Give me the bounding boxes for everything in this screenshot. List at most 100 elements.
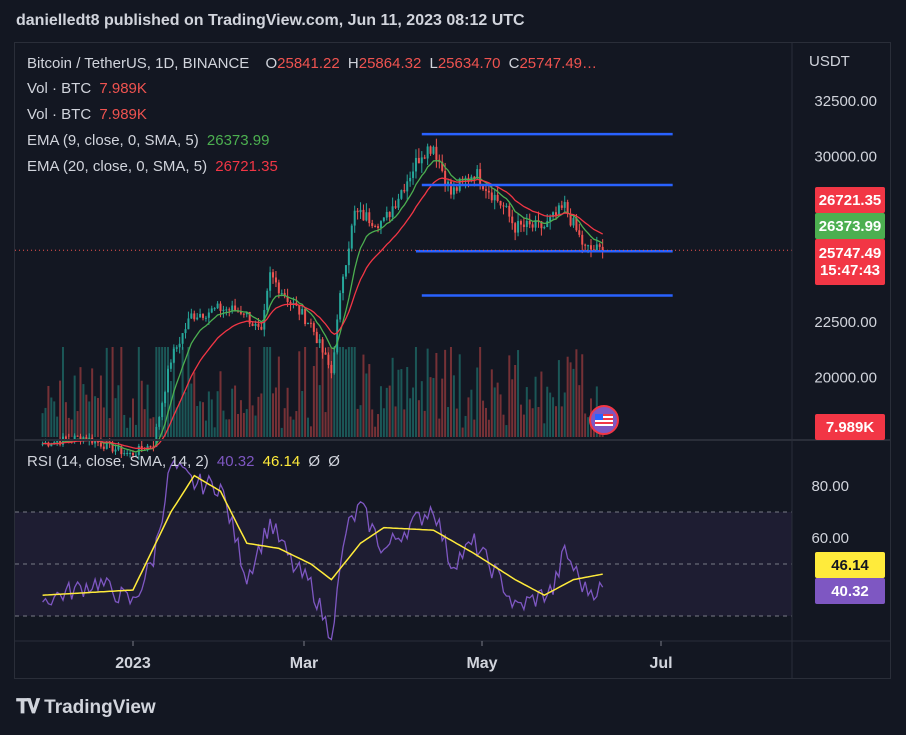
candle-body [336, 319, 339, 353]
volume-bar [239, 400, 242, 437]
volume-bar [129, 417, 132, 437]
volume-bar [525, 387, 528, 437]
volume-bar [476, 367, 479, 437]
candle-body [359, 209, 362, 213]
candle-body [307, 322, 310, 325]
candle-body [187, 318, 190, 330]
candle-body [318, 339, 321, 344]
candle-body [272, 272, 275, 278]
volume-bar [61, 347, 64, 437]
vol-label-1: Vol · BTC [27, 80, 92, 97]
candle-body [254, 323, 257, 326]
volume-bar [438, 418, 441, 437]
volume-bar [546, 386, 549, 437]
volume-bar [581, 354, 584, 437]
volume-bar [502, 414, 505, 437]
candle-body [563, 202, 566, 208]
legend-symbol-row: Bitcoin / TetherUS, 1D, BINANCE O25841.2… [27, 55, 601, 72]
candle-body [347, 248, 350, 266]
volume-bar [470, 389, 473, 437]
candle-body [193, 313, 196, 320]
volume-bar [534, 376, 537, 437]
volume-bar [552, 397, 555, 437]
volume-bar [114, 398, 117, 437]
candle-body [388, 211, 391, 218]
candle-body [525, 220, 528, 227]
candle-body [172, 348, 175, 363]
volume-bar [374, 426, 377, 437]
volume-bar [143, 409, 146, 437]
volume-bar [99, 375, 102, 437]
volume-bar [251, 405, 254, 437]
volume-bar [461, 427, 464, 437]
candle-body [508, 205, 511, 217]
candle-body [598, 244, 601, 247]
volume-bar [543, 423, 546, 437]
candle-body [164, 392, 167, 404]
volume-bar [365, 373, 368, 437]
volume-bar [307, 417, 310, 437]
candle-body [321, 339, 324, 353]
volume-bar [482, 400, 485, 437]
candle-body [496, 194, 499, 201]
volume-bar [88, 401, 91, 437]
candle-body [339, 293, 342, 320]
volume-bar [260, 393, 263, 437]
volume-bar [377, 414, 380, 437]
volume-bar [426, 348, 429, 437]
legend-rsi-row: RSI (14, close, SMA, 14, 2) 40.32 46.14 … [27, 453, 344, 470]
volume-bar [499, 394, 502, 437]
currency-label: USDT [809, 53, 850, 70]
low-label: L [429, 55, 438, 72]
volume-bar [213, 427, 216, 437]
volume-bar [269, 347, 272, 437]
candle-body [549, 216, 552, 222]
volume-bar [339, 347, 342, 437]
candle-body [502, 205, 505, 207]
legend-ema9-row: EMA (9, close, 0, SMA, 5) 26373.99 [27, 132, 273, 149]
volume-bar [155, 347, 158, 437]
volume-bar [301, 391, 304, 437]
volume-bar [117, 385, 120, 437]
volume-bar [350, 347, 353, 437]
time-tick-label: 2023 [115, 655, 151, 672]
volume-bar [522, 414, 525, 437]
volume-bar [435, 353, 438, 437]
volume-bar [379, 386, 382, 437]
tradingview-brand[interactable]: 𝐓𝐕 TradingView [16, 696, 156, 719]
volume-bar [400, 369, 403, 437]
candle-body [333, 352, 336, 374]
volume-bar [289, 416, 292, 437]
candle-body [409, 177, 412, 182]
volume-bar [584, 413, 587, 437]
volume-bars [41, 347, 604, 437]
open-value: 25841.22 [277, 55, 340, 72]
volume-bar [549, 392, 552, 437]
volume-bar [126, 427, 129, 437]
candle-body [385, 211, 388, 218]
rsi-ma-badge: 46.14 [815, 552, 885, 578]
vol-value-2: 7.989K [99, 106, 147, 123]
volume-bar [196, 406, 199, 437]
candle-body [210, 308, 213, 313]
volume-bar [554, 406, 557, 437]
candle-body [414, 157, 417, 172]
volume-bar [569, 362, 572, 437]
events-flag-icon[interactable] [589, 405, 619, 435]
volume-bar [286, 387, 289, 437]
countdown-text: 15:47:43 [819, 262, 881, 279]
tradingview-wordmark: TradingView [44, 696, 156, 718]
candle-body [499, 200, 502, 206]
candle-body [412, 171, 415, 178]
candle-body [522, 224, 525, 227]
candle-body [327, 354, 330, 365]
volume-bar [56, 416, 59, 437]
candle-body [560, 205, 563, 208]
candle-body [423, 157, 426, 159]
candle-body [400, 190, 403, 199]
candle-body [204, 317, 207, 319]
low-value: 25634.70 [437, 55, 501, 72]
candle-body [426, 146, 429, 159]
volume-bar [312, 366, 315, 437]
volume-bar [449, 347, 452, 437]
